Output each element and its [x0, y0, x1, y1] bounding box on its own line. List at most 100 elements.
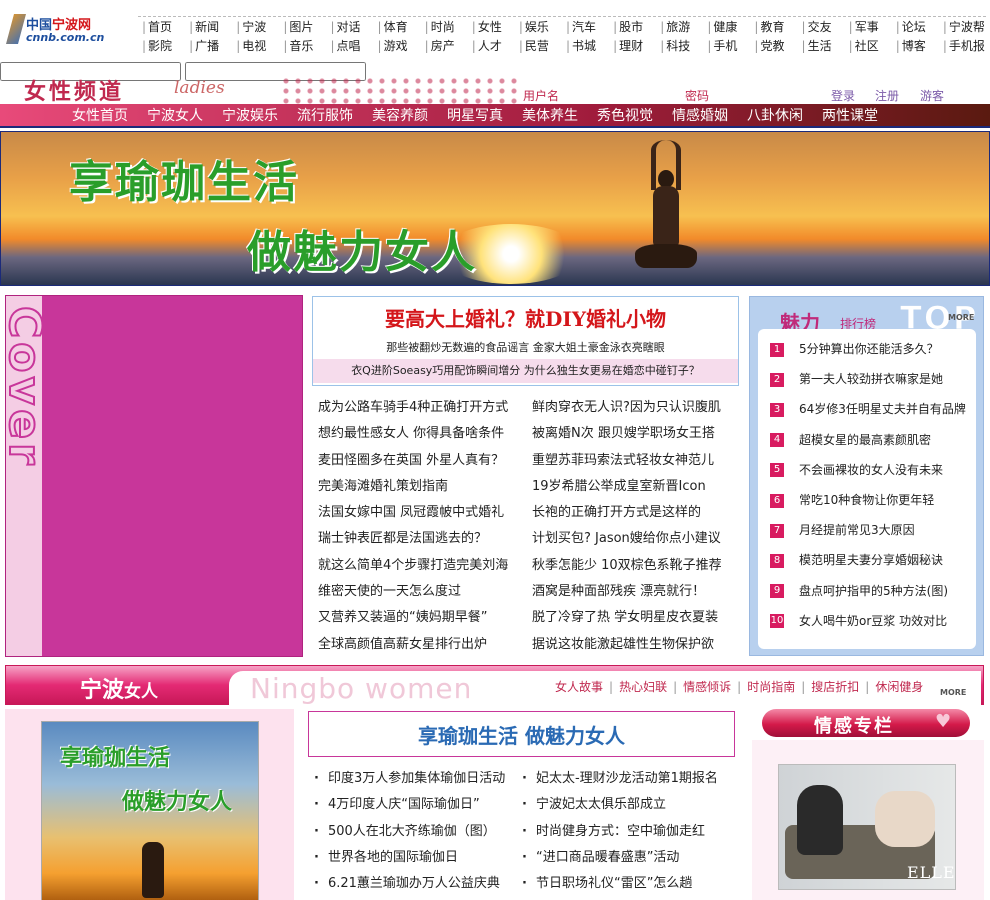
top-nav-item[interactable]: 宁波帮 — [939, 18, 986, 35]
ranking-item[interactable]: 10 女人喝牛奶or豆浆 功效对比 — [770, 611, 947, 631]
ningbo-list-item[interactable]: 世界各地的国际瑜伽日 — [310, 845, 530, 871]
ranking-item[interactable]: 2 第一夫人较劲拼衣嘛家是她 — [770, 369, 943, 389]
top-nav-item[interactable]: 交友 — [798, 18, 845, 35]
guest-link[interactable]: 游客 — [920, 87, 944, 104]
top-nav-item[interactable]: 体育 — [374, 18, 421, 35]
subnav-item[interactable]: 情感婚姻 — [672, 105, 728, 125]
top-nav-item[interactable]: 对话 — [326, 18, 373, 35]
yoga-banner[interactable]: 享瑜珈生活 做魅力女人 — [0, 131, 990, 286]
ningbo-link[interactable]: 情感倾诉 — [683, 680, 731, 694]
register-link[interactable]: 注册 — [875, 87, 899, 104]
news-item[interactable]: 秋季怎能少 10双棕色系靴子推荐 — [532, 553, 744, 579]
news-item[interactable]: 想约最性感女人 你得具备啥条件 — [318, 421, 530, 447]
ningbo-list-item[interactable]: 宁波妃太太俱乐部成立 — [518, 792, 738, 818]
top-nav-item[interactable]: 女性 — [468, 18, 515, 35]
ningbo-headline[interactable]: 享瑜珈生活 做魅力女人 — [309, 720, 734, 749]
top-nav-item[interactable]: 人才 — [468, 37, 515, 54]
top-nav-item[interactable]: 音乐 — [279, 37, 326, 54]
subnav-item[interactable]: 美容养颜 — [372, 105, 428, 125]
ningbo-link[interactable]: 休闲健身 — [875, 680, 923, 694]
ningbo-list-item[interactable]: “进口商品暖春盛惠”活动 — [518, 845, 738, 871]
news-item[interactable]: 成为公路车骑手4种正确打开方式 — [318, 395, 530, 421]
headline-sub-1[interactable]: 那些被翻炒无数遍的食品谣言 金家大姐土豪金泳衣亮瞎眼 — [313, 339, 738, 355]
ningbo-list-item[interactable]: 时尚健身方式：空中瑜伽走红 — [518, 819, 738, 845]
subnav-item[interactable]: 两性课堂 — [822, 105, 878, 125]
top-nav-item[interactable]: 宁波 — [232, 18, 279, 35]
top-nav-item[interactable]: 点唱 — [326, 37, 373, 54]
top-nav-item[interactable]: 广播 — [185, 37, 232, 54]
top-nav-item[interactable]: 博客 — [892, 37, 939, 54]
news-item[interactable]: 法国女嫁中国 凤冠霞帔中式婚礼 — [318, 500, 530, 526]
news-item[interactable]: 瑞士钟表匠都是法国逃去的？ — [318, 526, 530, 552]
top-nav-item[interactable]: 生活 — [798, 37, 845, 54]
news-item[interactable]: 19岁希腊公举成皇室新晋Icon — [532, 474, 744, 500]
top-nav-item[interactable]: 军事 — [845, 18, 892, 35]
ranking-item[interactable]: 1 5分钟算出你还能活多久？ — [770, 339, 939, 359]
top-nav-item[interactable]: 民营 — [515, 37, 562, 54]
ranking-item[interactable]: 9 盘点呵护指甲的5种方法(图) — [770, 581, 948, 601]
top-nav-item[interactable]: 汽车 — [562, 18, 609, 35]
ningbo-link[interactable]: 搜店折扣 — [811, 680, 859, 694]
ningbo-link[interactable]: 女人故事 — [555, 680, 603, 694]
top-nav-item[interactable]: 房产 — [421, 37, 468, 54]
subnav-item[interactable]: 宁波娱乐 — [222, 105, 278, 125]
ranking-item[interactable]: 4 超模女星的最高素颜肌密 — [770, 430, 931, 450]
headline-sub-2[interactable]: 衣Q进阶Soeasy巧用配饰瞬间增分 为什么独生女更易在婚恋中碰钉子？ — [313, 359, 738, 383]
top-nav-item[interactable]: 游戏 — [374, 37, 421, 54]
top-nav-item[interactable]: 影院 — [138, 37, 185, 54]
top-nav-item[interactable]: 书城 — [562, 37, 609, 54]
site-logo[interactable]: 中国宁波网 cnnb.com.cn — [6, 12, 130, 48]
top-nav-item[interactable]: 手机报 — [939, 37, 986, 54]
ningbo-list-item[interactable]: 4万印度人庆“国际瑜伽日” — [310, 792, 530, 818]
news-item[interactable]: 完美海滩婚礼策划指南 — [318, 474, 530, 500]
top-nav-item[interactable]: 论坛 — [892, 18, 939, 35]
top-nav-item[interactable]: 旅游 — [656, 18, 703, 35]
ranking-item[interactable]: 8 模范明星夫妻分享婚姻秘诀 — [770, 550, 943, 570]
news-item[interactable]: 全球高颜值高薪女星排行出炉 — [318, 632, 530, 658]
yoga-picture[interactable]: 享瑜珈生活 做魅力女人 — [41, 721, 259, 900]
top-nav-item[interactable]: 图片 — [279, 18, 326, 35]
news-item[interactable]: 维密天使的一天怎么度过 — [318, 579, 530, 605]
top-nav-item[interactable]: 时尚 — [421, 18, 468, 35]
news-item[interactable]: 计划买包? Jason嫂给你点小建议 — [532, 526, 744, 552]
ningbo-list-item[interactable]: 500人在北大齐练瑜伽（图） — [310, 819, 530, 845]
top-nav-item[interactable]: 教育 — [750, 18, 797, 35]
ningbo-list-item[interactable]: 印度3万人参加集体瑜伽日活动 — [310, 766, 530, 792]
ningbo-list-item[interactable]: 妃太太-理财沙龙活动第1期报名 — [518, 766, 738, 792]
subnav-item[interactable]: 秀色视觉 — [597, 105, 653, 125]
subnav-item[interactable]: 宁波女人 — [147, 105, 203, 125]
ranking-item[interactable]: 5 不会画裸妆的女人没有未来 — [770, 460, 943, 480]
top-nav-item[interactable]: 党教 — [750, 37, 797, 54]
ranking-item[interactable]: 7 月经提前常见3大原因 — [770, 520, 915, 540]
ningbo-list-item[interactable]: 6.21蕙兰瑜珈办万人公益庆典 — [310, 871, 530, 897]
subnav-item[interactable]: 女性首页 — [72, 105, 128, 125]
top-nav-item[interactable]: 首页 — [138, 18, 185, 35]
headline-title[interactable]: 要高大上婚礼？就DIY婚礼小物 — [313, 303, 738, 332]
news-item[interactable]: 又营养又装逼的“姨妈期早餐” — [318, 605, 530, 631]
top-nav-item[interactable]: 手机 — [703, 37, 750, 54]
top-nav-item[interactable]: 新闻 — [185, 18, 232, 35]
news-item[interactable]: 麦田怪圈多在英国 外星人真有？ — [318, 448, 530, 474]
news-item[interactable]: 鲜肉穿衣无人识?因为只认识腹肌 — [532, 395, 744, 421]
subnav-item[interactable]: 美体养生 — [522, 105, 578, 125]
emotion-column-header[interactable]: 情感专栏 ♥ — [762, 709, 970, 737]
top-nav-item[interactable]: 理财 — [609, 37, 656, 54]
login-link[interactable]: 登录 — [831, 87, 855, 104]
subnav-item[interactable]: 流行服饰 — [297, 105, 353, 125]
ningbo-more-link[interactable]: MORE — [940, 688, 966, 697]
ningbo-link[interactable]: 时尚指南 — [747, 680, 795, 694]
top-nav-item[interactable]: 健康 — [703, 18, 750, 35]
news-item[interactable]: 重塑苏菲玛索法式轻妆女神范儿 — [532, 448, 744, 474]
subnav-item[interactable]: 明星写真 — [447, 105, 503, 125]
top-nav-item[interactable]: 社区 — [845, 37, 892, 54]
top-nav-item[interactable]: 股市 — [609, 18, 656, 35]
news-item[interactable]: 酒窝是种面部残疾 漂亮就行！ — [532, 579, 744, 605]
ranking-item[interactable]: 3 64岁修3任明星丈夫并自有品牌 — [770, 399, 966, 419]
news-item[interactable]: 长袍的正确打开方式是这样的 — [532, 500, 744, 526]
news-item[interactable]: 被离婚N次 跟贝嫂学职场女王搭 — [532, 421, 744, 447]
subnav-item[interactable]: 八卦休闲 — [747, 105, 803, 125]
news-item[interactable]: 脱了冷穿了热 学女明星皮衣夏装 — [532, 605, 744, 631]
news-item[interactable]: 就这么简单4个步骤打造完美刘海 — [318, 553, 530, 579]
ningbo-list-item[interactable]: 节日职场礼仪“雷区”怎么趟 — [518, 871, 738, 897]
news-item[interactable]: 据说这妆能激起雄性生物保护欲 — [532, 632, 744, 658]
